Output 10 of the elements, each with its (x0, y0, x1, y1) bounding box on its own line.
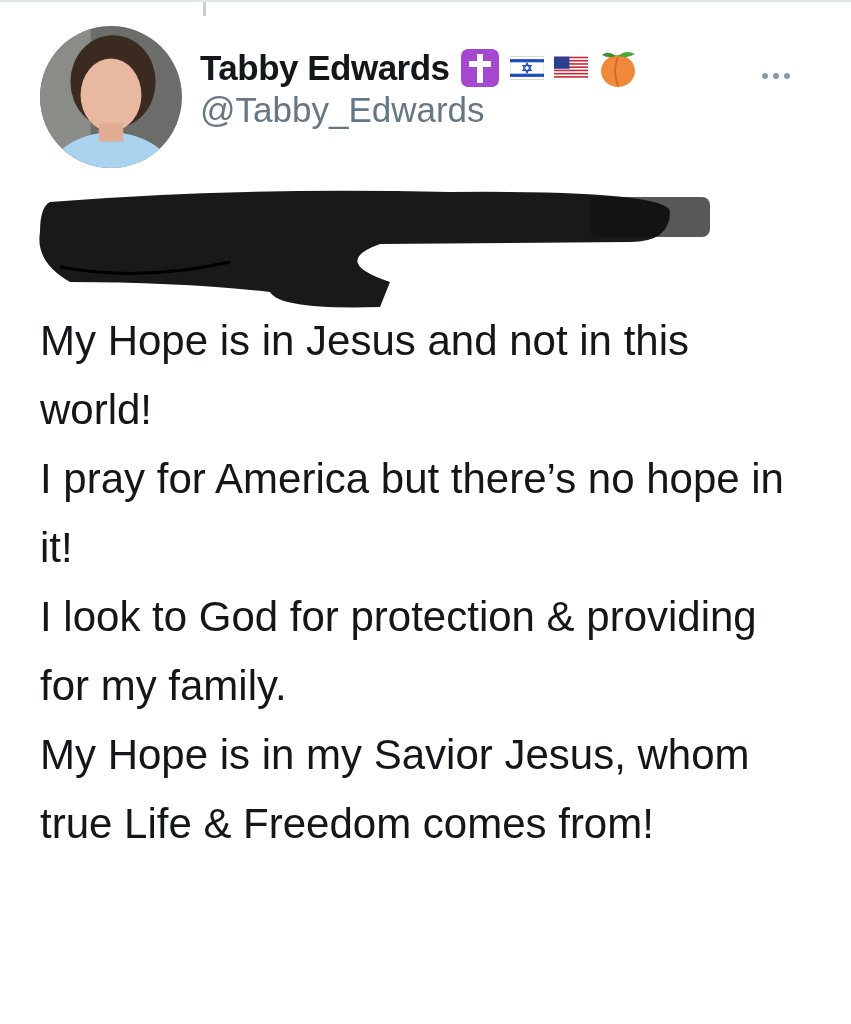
tweet-text: I pray for America but there’s no hope in it! (40, 454, 785, 573)
tweet-text: I look to God for protection & providing for my family. (40, 592, 758, 711)
flag-icon (509, 56, 544, 80)
tweet-text: My Hope is in Jesus and not in this world! (40, 316, 690, 435)
cross-icon (459, 48, 500, 88)
flag-icon (553, 56, 588, 80)
more-icon[interactable] (761, 72, 791, 80)
tweet-text: My Hope is in my Savior Jesus, whom true Life & Freedom comes from! (40, 730, 751, 849)
display-name[interactable]: Tabby Edwards (200, 48, 450, 88)
user-handle[interactable]: @Tabby_Edwards (200, 90, 638, 130)
